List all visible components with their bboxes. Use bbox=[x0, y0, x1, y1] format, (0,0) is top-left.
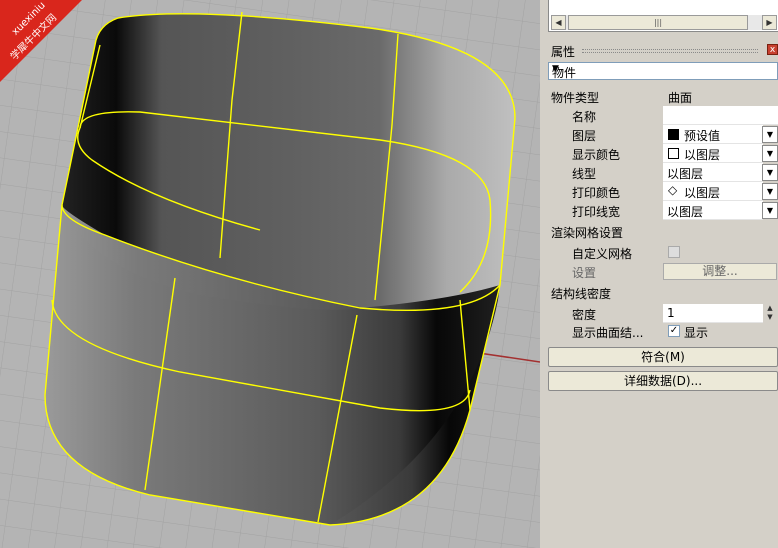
density-label: 密度 bbox=[572, 308, 597, 322]
properties-header: 属性 x bbox=[548, 42, 778, 59]
linetype-field[interactable]: 以图层 bbox=[663, 163, 763, 182]
adjust-button[interactable]: 调整... bbox=[663, 263, 777, 280]
display-color-value: 以图层 bbox=[684, 148, 721, 162]
linetype-label: 线型 bbox=[572, 167, 597, 181]
show-isocurves-field: ✓ 显示 bbox=[663, 322, 778, 341]
chevron-down-icon[interactable]: ▼ bbox=[762, 126, 778, 143]
linetype-value: 以图层 bbox=[667, 167, 704, 181]
density-input[interactable]: 1 bbox=[663, 304, 763, 323]
custom-mesh-checkbox[interactable] bbox=[668, 246, 680, 258]
render-mesh-section: 渲染网格设置 bbox=[551, 226, 624, 240]
show-isocurves-check-label: 显示 bbox=[684, 326, 709, 340]
horizontal-scrollbar[interactable]: ◀ ||| ▶ bbox=[551, 15, 777, 30]
density-row: 密度 1 ▲ ▼ bbox=[548, 304, 778, 323]
diamond-icon: ◇ bbox=[668, 183, 678, 197]
show-isocurves-row: 显示曲面结... ✓ 显示 bbox=[548, 322, 778, 341]
print-color-row: 打印颜色 ◇ 以图层 ▼ bbox=[548, 182, 778, 201]
object-type-value: 曲面 bbox=[668, 91, 693, 105]
custom-mesh-field bbox=[663, 243, 778, 262]
layer-row: 图层 预设值 ▼ bbox=[548, 125, 778, 144]
properties-title: 属性 bbox=[551, 45, 576, 59]
settings-label: 设置 bbox=[572, 266, 597, 280]
print-width-field[interactable]: 以图层 bbox=[663, 201, 763, 220]
chevron-down-icon[interactable]: ▼ bbox=[762, 202, 778, 219]
print-width-label: 打印线宽 bbox=[572, 205, 621, 219]
show-isocurves-label: 显示曲面结... bbox=[572, 326, 644, 340]
object-type-label: 物件类型 bbox=[551, 91, 600, 105]
chevron-down-icon: ▼ bbox=[552, 64, 559, 74]
watermark: xuexiniu 学犀牛中文网 bbox=[0, 0, 82, 82]
density-spinner[interactable]: ▲ ▼ bbox=[762, 304, 778, 323]
isocurve-section: 结构线密度 bbox=[551, 287, 612, 301]
scroll-left-icon[interactable]: ◀ bbox=[551, 15, 566, 30]
chevron-down-icon[interactable]: ▼ bbox=[762, 183, 778, 200]
surface-object[interactable] bbox=[44, 11, 516, 526]
print-width-value: 以图层 bbox=[667, 205, 704, 219]
density-value: 1 bbox=[667, 306, 675, 320]
properties-panel: ◀ ||| ▶ 属性 x 物件 ▼ 物件类型 曲面 名称 图层 预设值 ▼ 显示… bbox=[548, 0, 778, 548]
scroll-thumb[interactable]: ||| bbox=[568, 15, 748, 30]
name-label: 名称 bbox=[572, 110, 597, 124]
layer-value: 预设值 bbox=[684, 129, 721, 143]
match-button[interactable]: 符合(M) bbox=[548, 347, 778, 367]
layer-list-box: ◀ ||| ▶ bbox=[548, 0, 778, 32]
print-color-field[interactable]: ◇ 以图层 bbox=[663, 182, 763, 201]
display-color-field[interactable]: 以图层 bbox=[663, 144, 763, 163]
object-selector[interactable]: 物件 ▼ bbox=[548, 62, 778, 80]
display-color-label: 显示颜色 bbox=[572, 148, 621, 162]
custom-mesh-label: 自定义网格 bbox=[572, 247, 633, 261]
mesh-settings-row: 设置 调整... bbox=[548, 262, 778, 281]
print-color-value: 以图层 bbox=[684, 186, 721, 200]
name-row: 名称 bbox=[548, 106, 778, 125]
layer-field[interactable]: 预设值 bbox=[663, 125, 763, 144]
grip-handle[interactable] bbox=[582, 49, 758, 53]
chevron-down-icon[interactable]: ▼ bbox=[762, 164, 778, 181]
viewport-canvas bbox=[0, 0, 540, 548]
close-icon[interactable]: x bbox=[767, 44, 778, 55]
layer-color-swatch bbox=[668, 129, 679, 140]
display-color-swatch bbox=[668, 148, 679, 159]
perspective-viewport[interactable]: xuexiniu 学犀牛中文网 bbox=[0, 0, 540, 548]
panel-splitter[interactable] bbox=[540, 0, 548, 548]
linetype-row: 线型 以图层 ▼ bbox=[548, 163, 778, 182]
custom-mesh-row: 自定义网格 bbox=[548, 243, 778, 262]
display-color-row: 显示颜色 以图层 ▼ bbox=[548, 144, 778, 163]
name-field[interactable] bbox=[663, 106, 778, 125]
layer-label: 图层 bbox=[572, 129, 597, 143]
chevron-down-icon[interactable]: ▼ bbox=[762, 145, 778, 162]
scroll-right-icon[interactable]: ▶ bbox=[762, 15, 777, 30]
show-isocurves-checkbox[interactable]: ✓ bbox=[668, 325, 680, 337]
print-color-label: 打印颜色 bbox=[572, 186, 621, 200]
print-width-row: 打印线宽 以图层 ▼ bbox=[548, 201, 778, 220]
details-button[interactable]: 详细数据(D)... bbox=[548, 371, 778, 391]
